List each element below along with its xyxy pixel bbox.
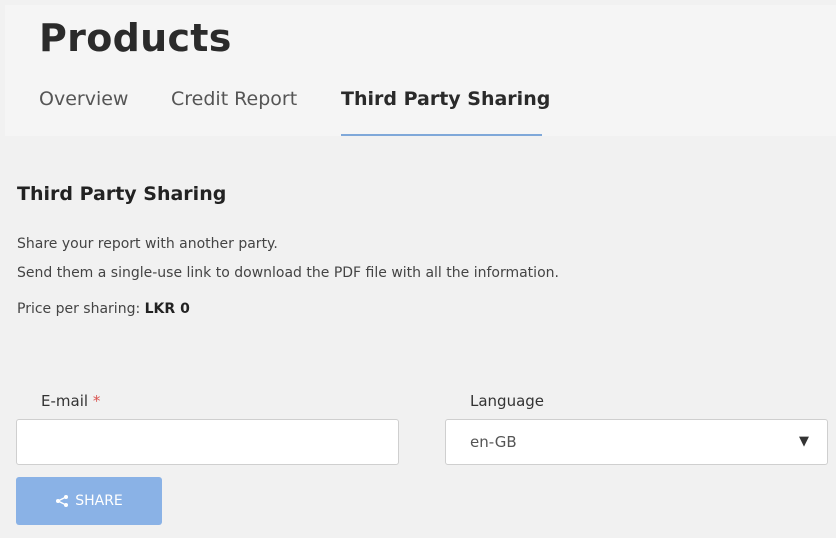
caret-down-icon: ▼ bbox=[799, 434, 809, 449]
tab-overview[interactable]: Overview bbox=[39, 84, 128, 136]
page-title: Products bbox=[39, 16, 232, 60]
description-share: Share your report with another party. bbox=[17, 236, 278, 252]
page-header: Products Overview Credit Report Third Pa… bbox=[5, 5, 836, 136]
share-icon bbox=[56, 495, 69, 507]
price-label: Price per sharing: bbox=[17, 301, 141, 317]
share-button-label: SHARE bbox=[75, 493, 123, 509]
language-label: Language bbox=[470, 392, 545, 410]
email-field[interactable] bbox=[16, 419, 399, 465]
email-label: E-mail * bbox=[41, 392, 100, 410]
price-value: LKR 0 bbox=[144, 301, 190, 317]
section-title: Third Party Sharing bbox=[17, 183, 227, 205]
tab-bar: Overview Credit Report Third Party Shari… bbox=[5, 84, 836, 136]
main-content: Third Party Sharing Share your report wi… bbox=[5, 141, 836, 538]
language-select[interactable]: en-GB ▼ bbox=[445, 419, 828, 465]
email-label-text: E-mail bbox=[41, 392, 89, 410]
description-link: Send them a single-use link to download … bbox=[17, 265, 559, 281]
language-selected-value: en-GB bbox=[470, 433, 517, 451]
required-marker: * bbox=[92, 392, 101, 410]
share-button[interactable]: SHARE bbox=[16, 477, 162, 525]
tab-credit-report[interactable]: Credit Report bbox=[171, 84, 297, 136]
price-line: Price per sharing: LKR 0 bbox=[17, 301, 190, 317]
tab-third-party-sharing[interactable]: Third Party Sharing bbox=[341, 84, 550, 136]
